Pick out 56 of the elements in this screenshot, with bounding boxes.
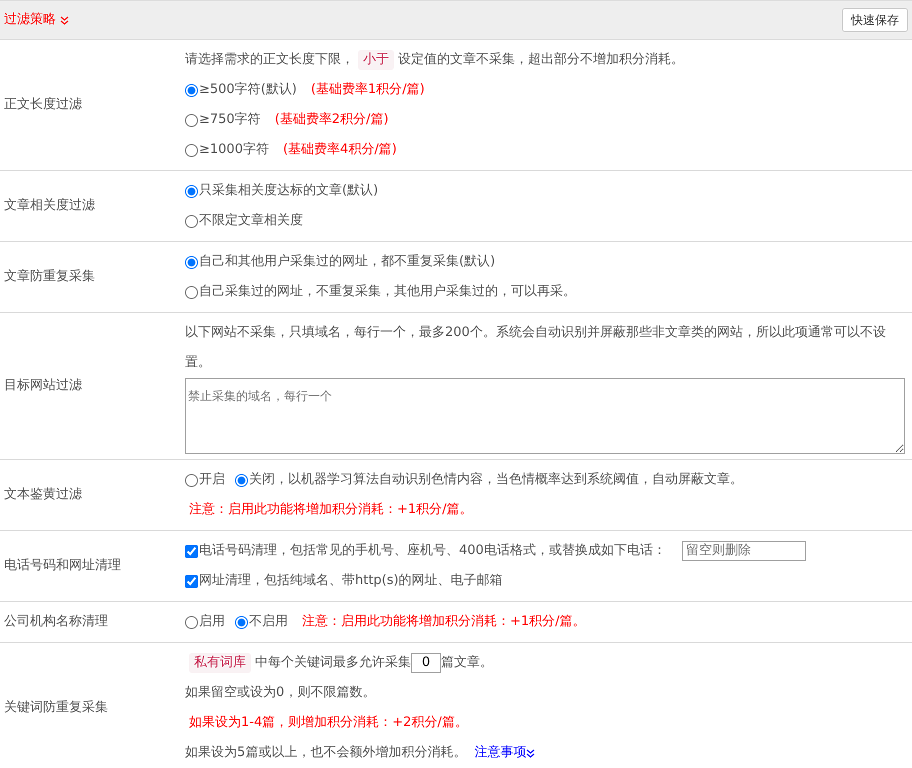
setting-label: 文本鉴黄过滤 — [3, 486, 83, 504]
setting-label: 电话号码和网址清理 — [3, 557, 122, 576]
description-text: 中每个关键词最多允许采集 — [255, 654, 411, 672]
double-chevron-icon[interactable] — [526, 748, 536, 758]
domain-textarea[interactable]: 禁止采集的域名，每行一个 — [185, 378, 905, 454]
option-label: 不限定文章相关度 — [199, 212, 303, 230]
radio-button[interactable] — [185, 84, 198, 96]
option-label: 网址清理，包括纯域名、带http(s)的网址、电子邮箱 — [199, 572, 503, 590]
radio-button[interactable] — [185, 144, 198, 156]
radio-button[interactable] — [185, 184, 198, 198]
radio-button[interactable] — [185, 616, 198, 628]
option-label: 自己和其他用户采集过的网址，都不重复采集(默认) — [199, 253, 496, 271]
option-label: 开启 — [199, 471, 225, 489]
option-label: 自己采集过的网址，不重复采集，其他用户采集过的，可以再采。 — [199, 283, 576, 301]
radio-button[interactable] — [185, 256, 198, 268]
quick-save-button[interactable]: 快速保存 — [842, 8, 908, 32]
radio-button[interactable] — [185, 114, 198, 126]
warning-text: 如果设为1-4篇，则增加积分消耗：+2积分/篇。 — [189, 714, 468, 732]
option-label: ≥1000字符 — [199, 141, 269, 159]
option-label: 不启用 — [249, 613, 288, 631]
setting-label: 关键词防重复采集 — [3, 699, 109, 718]
warning-text: (基础费率1积分/篇) — [310, 81, 425, 99]
setting-label: 文章防重复采集 — [3, 268, 96, 286]
warning-text: 注意：启用此功能将增加积分消耗：+1积分/篇。 — [189, 501, 473, 519]
option-label: 只采集相关度达标的文章(默认) — [199, 182, 378, 200]
option-label: ≥500字符(默认) — [199, 81, 297, 99]
radio-button[interactable] — [185, 474, 198, 486]
option-label: 启用 — [199, 613, 225, 631]
warning-text: (基础费率4积分/篇) — [282, 141, 397, 159]
keyword-tag: 小于 — [358, 50, 394, 70]
setting-label: 文章相关度过滤 — [3, 197, 96, 216]
checkbox[interactable] — [185, 574, 198, 588]
description-text: 如果设为5篇或以上，也不会额外增加积分消耗。 — [185, 744, 466, 762]
radio-button[interactable] — [185, 286, 198, 298]
number-input-field[interactable]: 0 — [411, 653, 441, 673]
setting-label: 正文长度过滤 — [3, 96, 83, 114]
setting-label: 目标网站过滤 — [3, 377, 83, 396]
warning-text: (基础费率2积分/篇) — [274, 111, 389, 129]
description-text: 请选择需求的正文长度下限， — [185, 51, 354, 69]
keyword-tag: 私有词库 — [189, 653, 251, 673]
option-label: 关闭，以机器学习算法自动识别色情内容，当色情概率达到系统阈值，自动屏蔽文章。 — [249, 471, 743, 489]
phone-input-field[interactable]: 留空则删除 — [682, 541, 806, 561]
description-text: 以下网站不采集，只填域名，每行一个，最多200个。系统会自动识别并屏蔽那些非文章类的网站，所以此项通常可以不设置。 — [185, 325, 886, 370]
description-text: 篇文章。 — [441, 654, 493, 672]
setting-label: 公司机构名称清理 — [3, 613, 109, 632]
radio-button[interactable] — [185, 214, 198, 228]
option-label: ≥750字符 — [199, 111, 261, 129]
radio-button[interactable] — [235, 616, 248, 628]
notes-link[interactable]: 注意事项 — [474, 738, 536, 768]
description-text: 如果留空或设为0，则不限篇数。 — [185, 685, 376, 700]
option-label: 电话号码清理，包括常见的手机号、座机号、400电话格式，或替换成如下电话： — [199, 542, 666, 560]
checkbox[interactable] — [185, 544, 198, 558]
warning-text: 注意：启用此功能将增加积分消耗：+1积分/篇。 — [302, 613, 586, 631]
radio-button[interactable] — [235, 474, 248, 486]
description-text: 设定值的文章不采集，超出部分不增加积分消耗。 — [398, 51, 684, 69]
double-chevron-icon[interactable] — [60, 16, 69, 24]
